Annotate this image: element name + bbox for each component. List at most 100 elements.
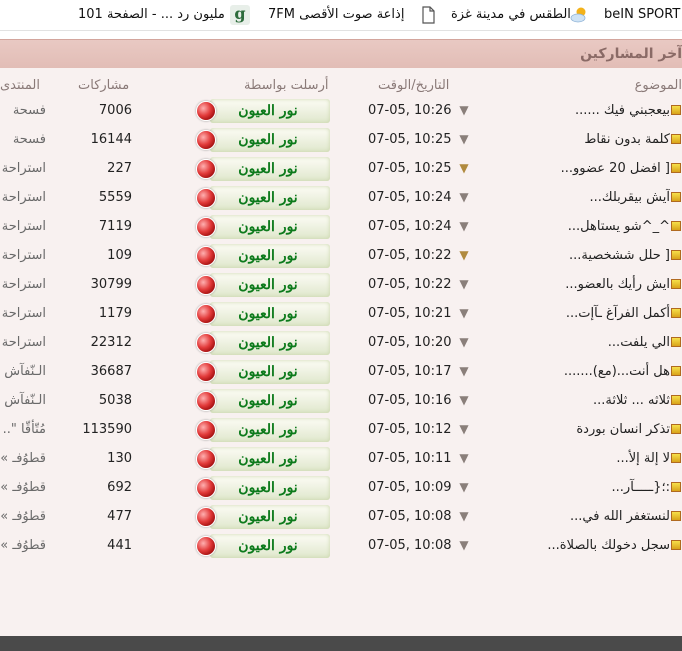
- post-datetime: 07-05, 10:25: [368, 161, 452, 176]
- poster-badge[interactable]: نور العيون: [196, 389, 332, 413]
- forum-link[interactable]: قطوُفـ »•: [0, 502, 46, 531]
- forum-link[interactable]: فسحة: [0, 125, 46, 154]
- poster-name[interactable]: نور العيون: [218, 302, 318, 326]
- poster-badge[interactable]: نور العيون: [196, 505, 332, 529]
- poster-badge[interactable]: نور العيون: [196, 128, 332, 152]
- last-post-arrow-icon[interactable]: ▼: [457, 212, 471, 241]
- poster-name[interactable]: نور العيون: [218, 534, 318, 558]
- last-post-arrow-icon[interactable]: ▼: [457, 328, 471, 357]
- bookmark-million-replies[interactable]: مليون رد ... - الصفحة 101: [78, 0, 225, 30]
- forum-link[interactable]: قطوُفـ »•: [0, 531, 46, 560]
- topic-link[interactable]: سجل دخولك بالصلاة...: [510, 531, 670, 560]
- topic-row: [ حلل ششخصية... ▼ 07-05, 10:22 نور العيون 10…: [0, 241, 682, 270]
- forum-link[interactable]: فسحة: [0, 96, 46, 125]
- bookmark-gaza-weather[interactable]: الطقس في مدينة غزة: [451, 0, 571, 30]
- poster-badge[interactable]: نور العيون: [196, 534, 332, 558]
- forum-link[interactable]: قطوُفـ »•: [0, 473, 46, 502]
- poster-name[interactable]: نور العيون: [218, 128, 318, 152]
- reply-count: 36687: [90, 364, 132, 379]
- poster-name[interactable]: نور العيون: [218, 389, 318, 413]
- poster-name[interactable]: نور العيون: [218, 186, 318, 210]
- poster-name[interactable]: نور العيون: [218, 99, 318, 123]
- topic-link[interactable]: :؛{ـــــآر...: [510, 473, 670, 502]
- topic-link[interactable]: لنستغفر الله في...: [510, 502, 670, 531]
- last-post-arrow-icon[interactable]: ▼: [457, 183, 471, 212]
- topic-link[interactable]: لا إلة إلأ...: [510, 444, 670, 473]
- reply-count: 22312: [90, 335, 132, 350]
- topic-link[interactable]: آيش بيقربلك...: [510, 183, 670, 212]
- forum-link[interactable]: استراحة: [0, 270, 46, 299]
- bookmark-bein-sport[interactable]: beIN SPORT: [604, 0, 680, 30]
- poster-badge[interactable]: نور العيون: [196, 302, 332, 326]
- last-post-arrow-icon[interactable]: ▼: [457, 299, 471, 328]
- forum-link[interactable]: الـنّفآش: [0, 386, 46, 415]
- last-post-arrow-icon[interactable]: ▼: [457, 357, 471, 386]
- poster-badge[interactable]: نور العيون: [196, 447, 332, 471]
- forum-link[interactable]: استراحة: [0, 328, 46, 357]
- reply-count: 30799: [90, 277, 132, 292]
- forum-link[interactable]: الـنّفآش: [0, 357, 46, 386]
- forum-link[interactable]: استراحة: [0, 154, 46, 183]
- poster-badge[interactable]: نور العيون: [196, 418, 332, 442]
- last-post-arrow-icon[interactable]: ▼: [457, 415, 471, 444]
- topic-link[interactable]: بيعجبني فيك ......: [510, 96, 670, 125]
- last-post-arrow-icon[interactable]: ▼: [457, 473, 471, 502]
- last-post-arrow-icon[interactable]: ▼: [457, 154, 471, 183]
- poster-badge[interactable]: نور العيون: [196, 331, 332, 355]
- poster-name[interactable]: نور العيون: [218, 447, 318, 471]
- topic-row: ثلاثه ... ثلاثة... ▼ 07-05, 10:16 نور العيو…: [0, 386, 682, 415]
- poster-name[interactable]: نور العيون: [218, 476, 318, 500]
- forum-link[interactable]: مُتّأقّا "..: [0, 415, 46, 444]
- header-title: آخر المشاركين: [580, 46, 682, 62]
- last-post-arrow-icon[interactable]: ▼: [457, 502, 471, 531]
- topic-row: لا إلة إلأ... ▼ 07-05, 10:11 نور العيون 130 ق…: [0, 444, 682, 473]
- online-status-icon: [196, 159, 216, 179]
- folder-icon: [671, 192, 681, 202]
- last-post-arrow-icon[interactable]: ▼: [457, 96, 471, 125]
- window-bottom-edge: [0, 636, 682, 651]
- last-post-arrow-icon[interactable]: ▼: [457, 531, 471, 560]
- forum-link[interactable]: استراحة: [0, 212, 46, 241]
- topic-link[interactable]: ^_^شو يستاهل...: [510, 212, 670, 241]
- poster-name[interactable]: نور العيون: [218, 360, 318, 384]
- last-post-arrow-icon[interactable]: ▼: [457, 386, 471, 415]
- topic-link[interactable]: كلمة بدون نقاط: [510, 125, 670, 154]
- topic-link[interactable]: ثلاثه ... ثلاثة...: [510, 386, 670, 415]
- topic-row: الي يلفت... ▼ 07-05, 10:20 نور العيون 22312 ا…: [0, 328, 682, 357]
- topic-link[interactable]: [ حلل ششخصية...: [510, 241, 670, 270]
- last-post-arrow-icon[interactable]: ▼: [457, 125, 471, 154]
- topic-link[interactable]: تذكر انسان بوردة: [510, 415, 670, 444]
- poster-name[interactable]: نور العيون: [218, 418, 318, 442]
- poster-name[interactable]: نور العيون: [218, 505, 318, 529]
- poster-badge[interactable]: نور العيون: [196, 99, 332, 123]
- forum-link[interactable]: استراحة: [0, 241, 46, 270]
- topic-link[interactable]: أكمل الفرآغ ـآإت...: [510, 299, 670, 328]
- poster-name[interactable]: نور العيون: [218, 215, 318, 239]
- folder-icon: [671, 279, 681, 289]
- poster-badge[interactable]: نور العيون: [196, 476, 332, 500]
- poster-badge[interactable]: نور العيون: [196, 360, 332, 384]
- poster-badge[interactable]: نور العيون: [196, 244, 332, 268]
- poster-badge[interactable]: نور العيون: [196, 273, 332, 297]
- poster-name[interactable]: نور العيون: [218, 157, 318, 181]
- topic-link[interactable]: الي يلفت...: [510, 328, 670, 357]
- forum-link[interactable]: استراحة: [0, 183, 46, 212]
- online-status-icon: [196, 246, 216, 266]
- last-post-arrow-icon[interactable]: ▼: [457, 270, 471, 299]
- forum-link[interactable]: قطوُفـ »•: [0, 444, 46, 473]
- poster-name[interactable]: نور العيون: [218, 244, 318, 268]
- forum-link[interactable]: استراحة: [0, 299, 46, 328]
- poster-badge[interactable]: نور العيون: [196, 186, 332, 210]
- topic-link[interactable]: هل أنت...(مع).......: [510, 357, 670, 386]
- reply-count: 1179: [98, 306, 132, 321]
- last-post-arrow-icon[interactable]: ▼: [457, 444, 471, 473]
- poster-badge[interactable]: نور العيون: [196, 157, 332, 181]
- last-post-arrow-icon[interactable]: ▼: [457, 241, 471, 270]
- reply-count: 5559: [98, 190, 132, 205]
- poster-name[interactable]: نور العيون: [218, 331, 318, 355]
- topic-link[interactable]: ايش رأيك بالعضو...: [510, 270, 670, 299]
- topic-link[interactable]: [ افضل 20 عضوو...: [510, 154, 670, 183]
- bookmark-aqsa-radio[interactable]: إذاعة صوت الأقصى 7FM: [268, 0, 404, 30]
- poster-name[interactable]: نور العيون: [218, 273, 318, 297]
- poster-badge[interactable]: نور العيون: [196, 215, 332, 239]
